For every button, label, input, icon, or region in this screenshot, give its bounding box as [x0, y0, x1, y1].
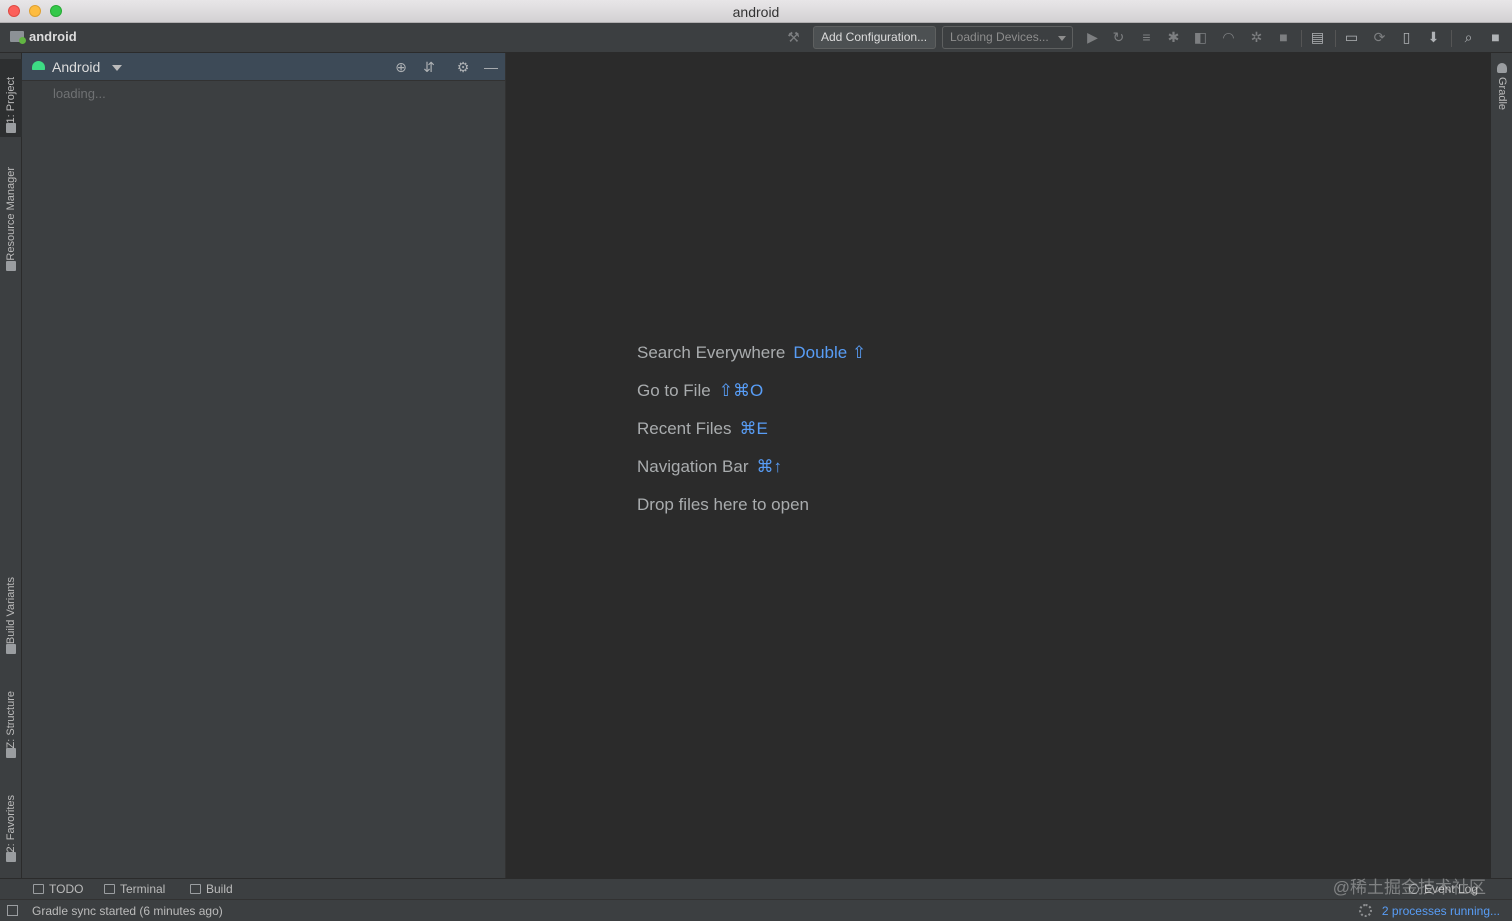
android-icon: [32, 61, 45, 70]
terminal-icon: [104, 884, 115, 894]
status-bar: Gradle sync started (6 minutes ago) 2 pr…: [0, 899, 1512, 921]
hint-recent-files: Recent Files ⌘E: [637, 419, 866, 457]
project-tree-loading: loading...: [53, 86, 106, 101]
tab-resource-manager[interactable]: Resource Manager: [0, 153, 22, 275]
project-panel-header: Android ⊕ ⇵ ⚙ —: [22, 53, 505, 81]
debug-icon[interactable]: ✱: [1166, 30, 1181, 45]
hide-panel-icon[interactable]: —: [483, 59, 499, 75]
apply-changes-icon[interactable]: ↻: [1111, 30, 1126, 45]
toolbar-divider: [1335, 30, 1336, 47]
chevron-down-icon[interactable]: [112, 65, 122, 71]
hint-label: Drop files here to open: [637, 495, 809, 514]
hint-shortcut: ⇧⌘O: [718, 381, 764, 400]
tab-favorites-label: 2: Favorites: [5, 794, 17, 852]
project-structure-icon[interactable]: ▤: [1310, 30, 1325, 45]
add-configuration-button[interactable]: Add Configuration...: [813, 26, 936, 49]
gradle-icon: [1497, 63, 1507, 73]
sync-project-icon[interactable]: ⟳: [1372, 30, 1387, 45]
terminal-window-icon[interactable]: ▭: [1344, 30, 1359, 45]
background-processes-link[interactable]: 2 processes running...: [1382, 904, 1500, 918]
toolbar-divider: [1451, 30, 1452, 47]
run-icon[interactable]: ▶: [1085, 30, 1100, 45]
avd-manager-icon[interactable]: ▯: [1399, 30, 1414, 45]
hint-label: Search Everywhere: [637, 343, 786, 362]
hint-go-to-file: Go to File ⇧⌘O: [637, 381, 866, 419]
status-message[interactable]: Gradle sync started (6 minutes ago): [32, 904, 223, 918]
hint-drop-files: Drop files here to open: [637, 495, 866, 533]
structure-icon: [6, 748, 16, 758]
resource-manager-icon: [6, 261, 16, 271]
device-selector-label: Loading Devices...: [950, 30, 1049, 44]
star-icon: [6, 852, 16, 862]
tab-terminal-label: Terminal: [120, 882, 166, 896]
build-variants-icon: [6, 644, 16, 654]
tab-build-variants[interactable]: Build Variants: [0, 563, 22, 658]
hint-label: Navigation Bar: [637, 457, 749, 476]
project-view-selector[interactable]: Android: [52, 59, 100, 75]
hint-label: Recent Files: [637, 419, 732, 438]
locate-file-icon[interactable]: ⊕: [393, 59, 409, 75]
folder-icon: [6, 123, 16, 133]
tab-gradle[interactable]: Gradle: [1491, 63, 1512, 110]
bottom-tool-bar: TODO Terminal Build Event Log @稀土掘金技术社区: [0, 878, 1512, 899]
tab-structure-label: Z: Structure: [5, 690, 17, 748]
tab-project[interactable]: 1: Project: [0, 59, 22, 137]
toggle-tool-windows-icon[interactable]: [7, 905, 18, 916]
editor-area[interactable]: Search Everywhere Double ⇧ Go to File ⇧⌘O …: [506, 53, 1490, 878]
tab-favorites[interactable]: 2: Favorites: [0, 781, 22, 866]
collapse-all-icon[interactable]: ⇵: [421, 59, 437, 75]
tab-structure[interactable]: Z: Structure: [0, 678, 22, 762]
hint-navigation-bar: Navigation Bar ⌘↑: [637, 457, 866, 495]
attach-debugger-icon[interactable]: ✲: [1249, 30, 1264, 45]
window-title: android: [732, 4, 780, 20]
tab-build[interactable]: Build: [190, 882, 233, 896]
tab-todo-label: TODO: [49, 882, 84, 896]
breadcrumb[interactable]: android: [10, 29, 77, 44]
tab-build-label: Build: [206, 882, 233, 896]
layout-icon[interactable]: ■: [1488, 30, 1503, 45]
breadcrumb-project-name: android: [29, 29, 77, 44]
gear-icon[interactable]: ⚙: [455, 59, 471, 75]
hint-shortcut: ⌘E: [739, 419, 768, 438]
search-icon[interactable]: ⌕: [1461, 30, 1476, 45]
hint-search-everywhere: Search Everywhere Double ⇧: [637, 343, 866, 381]
list-icon: [33, 884, 44, 894]
tab-terminal[interactable]: Terminal: [104, 882, 165, 896]
progress-spinner-icon: [1359, 904, 1372, 917]
left-tool-strip: 1: Project Resource Manager Build Varian…: [0, 53, 22, 878]
hint-label: Go to File: [637, 381, 711, 400]
chevron-down-icon: [1058, 36, 1066, 41]
stop-icon[interactable]: ■: [1276, 30, 1291, 45]
tab-gradle-label: Gradle: [1496, 77, 1508, 111]
hint-shortcut: Double ⇧: [793, 343, 867, 362]
right-tool-strip: Gradle: [1490, 53, 1512, 878]
hint-shortcut: ⌘↑: [756, 457, 783, 476]
profile-icon[interactable]: ◠: [1221, 30, 1236, 45]
watermark: @稀土掘金技术社区: [1332, 878, 1486, 897]
window-title-bar: android: [0, 0, 1512, 23]
toolbar-divider: [1301, 30, 1302, 47]
tab-resource-manager-label: Resource Manager: [5, 167, 17, 261]
main-toolbar: android ⚒ Add Configuration... Loading D…: [0, 23, 1512, 53]
editor-empty-hints: Search Everywhere Double ⇧ Go to File ⇧⌘O …: [637, 343, 866, 533]
hammer-icon: [190, 884, 201, 894]
sdk-manager-icon[interactable]: ⬇: [1426, 30, 1441, 45]
project-panel: Android ⊕ ⇵ ⚙ — loading...: [22, 53, 506, 878]
device-selector-dropdown[interactable]: Loading Devices...: [942, 26, 1073, 49]
hammer-icon[interactable]: ⚒: [786, 30, 801, 45]
tab-project-label: 1: Project: [5, 76, 17, 123]
tab-build-variants-label: Build Variants: [5, 576, 17, 644]
tab-todo[interactable]: TODO: [33, 882, 83, 896]
run-with-coverage-icon[interactable]: ◧: [1193, 30, 1208, 45]
project-folder-icon: [10, 31, 26, 44]
apply-code-changes-icon[interactable]: ≡: [1139, 30, 1154, 45]
